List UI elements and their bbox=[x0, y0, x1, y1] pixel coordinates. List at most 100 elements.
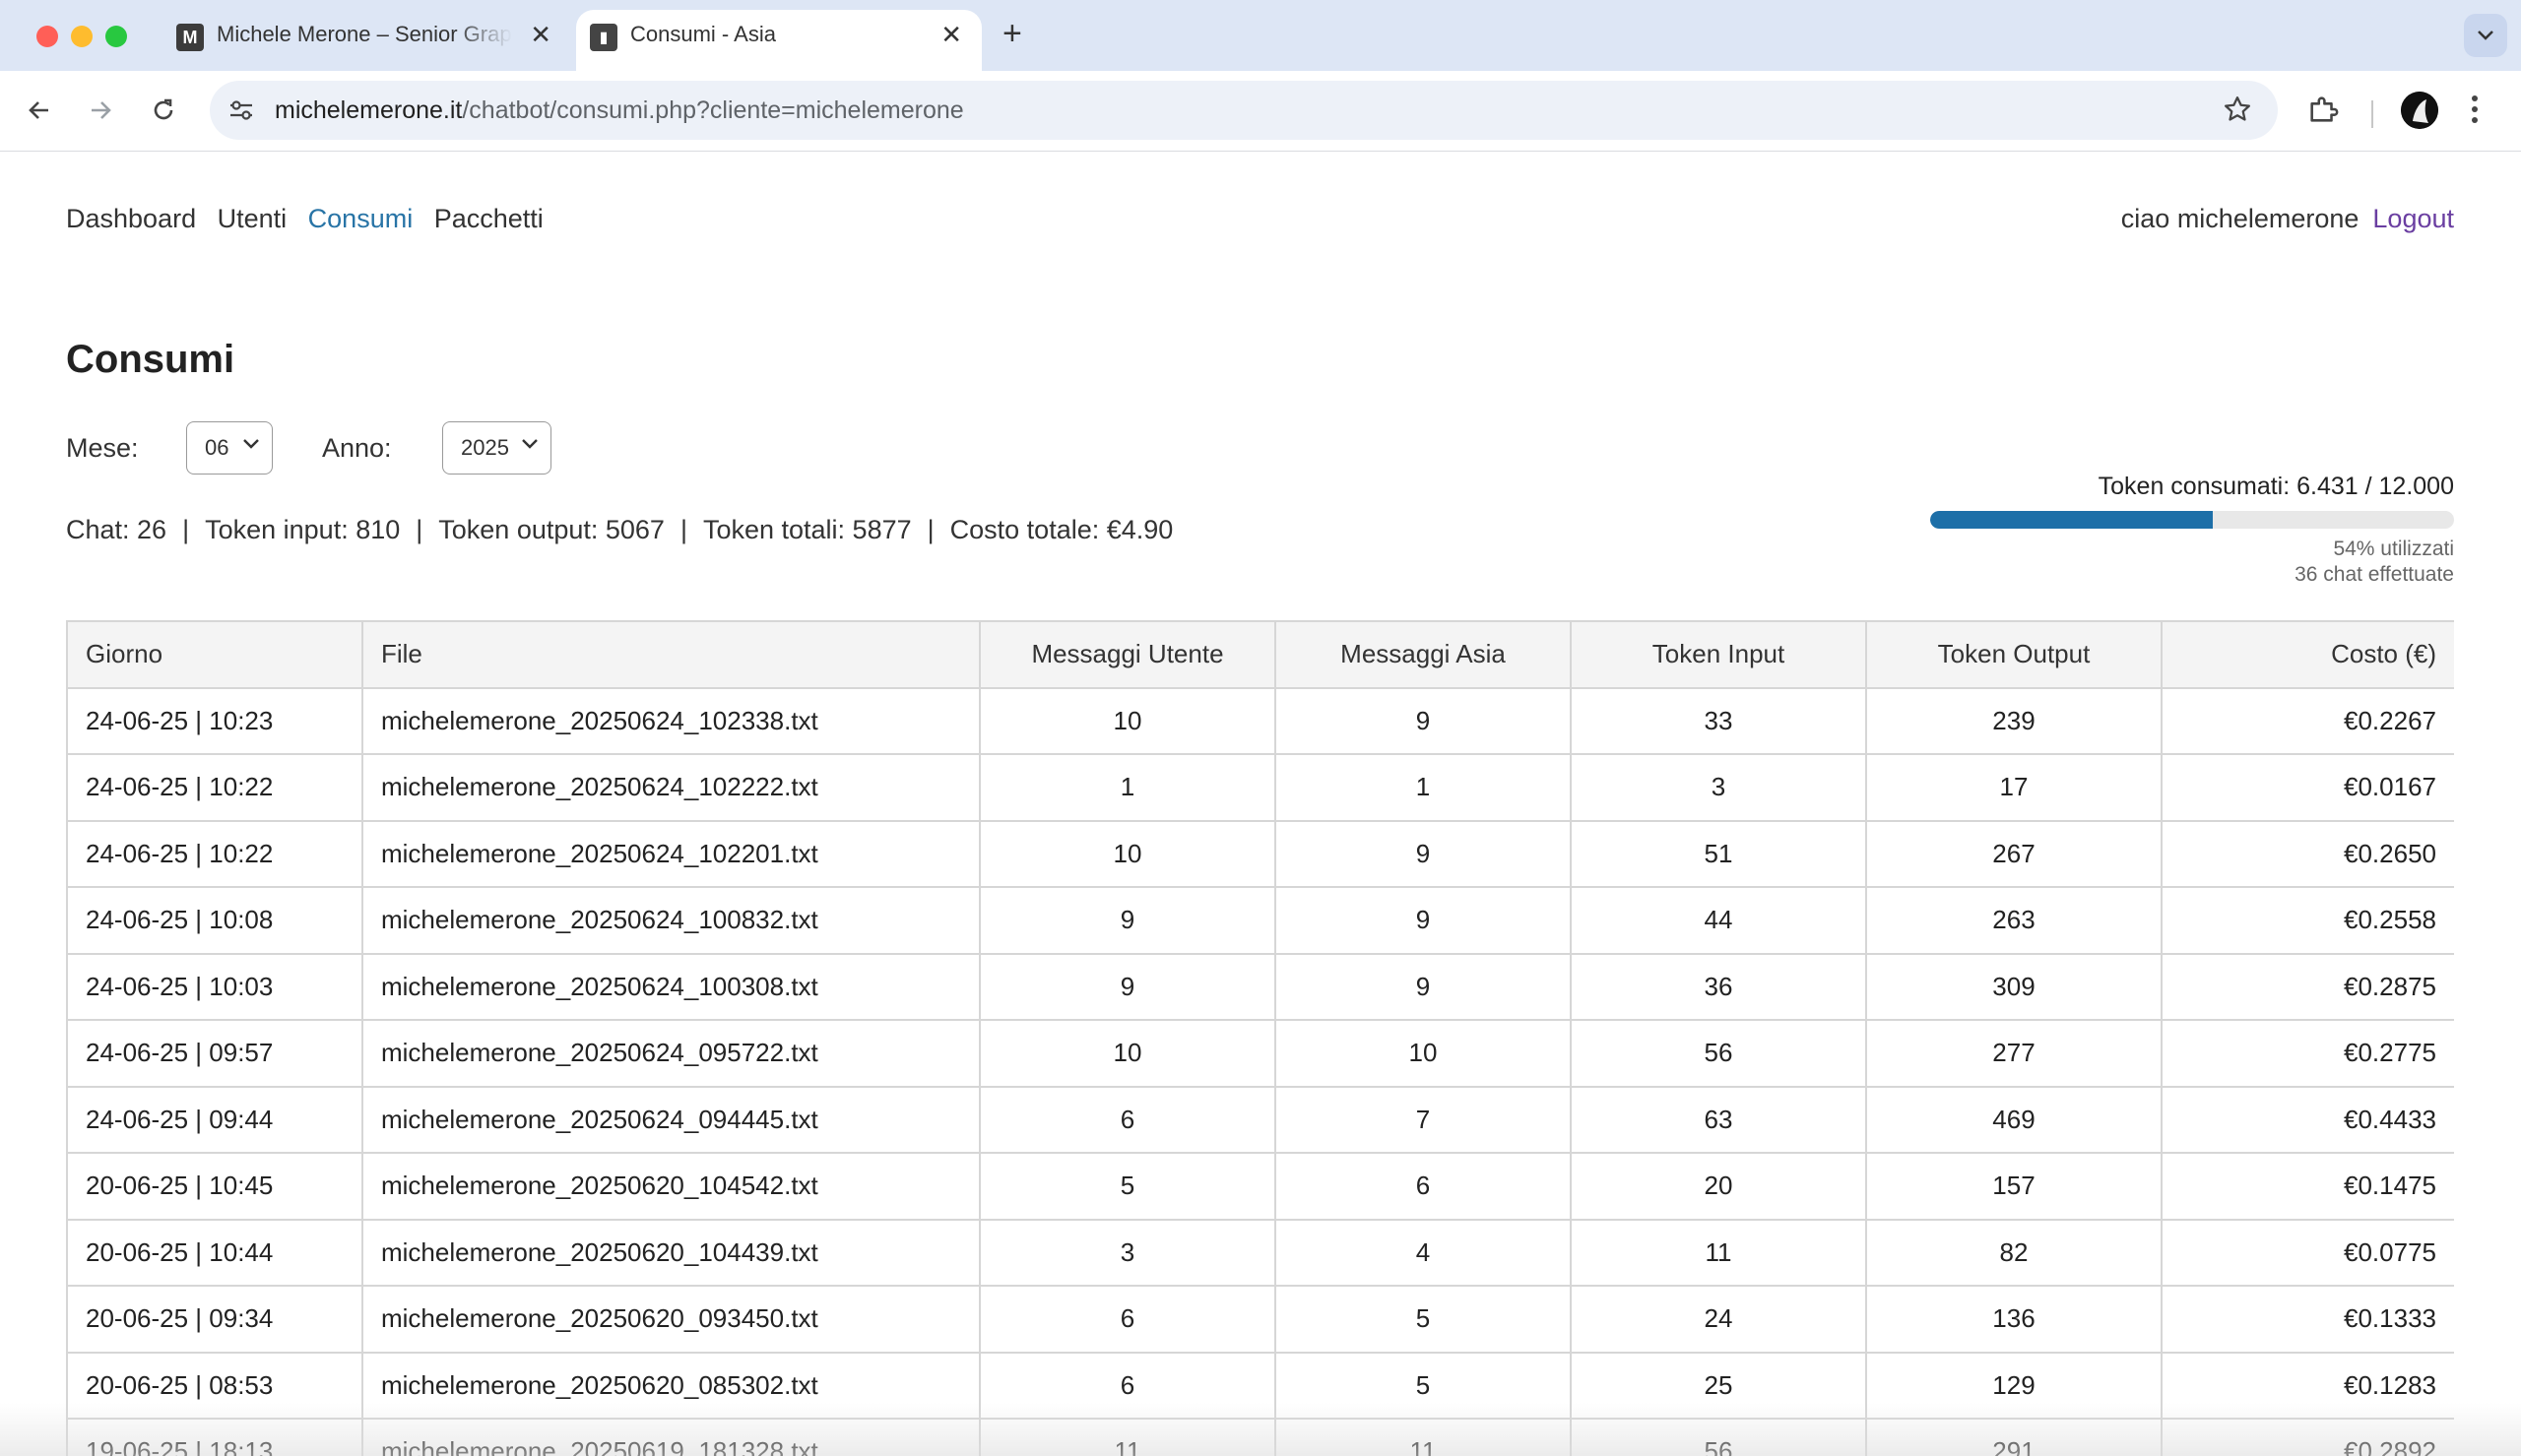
month-select[interactable]: 06 bbox=[186, 421, 273, 475]
cell-token-output: 157 bbox=[1865, 1152, 2163, 1221]
profile-avatar[interactable] bbox=[2401, 92, 2438, 129]
browser-toolbar: michelemerone.it/chatbot/consumi.php?cli… bbox=[0, 71, 2521, 152]
cell-costo: €0.0775 bbox=[2161, 1218, 2454, 1287]
cell-costo: €0.1283 bbox=[2161, 1351, 2454, 1420]
table-row: 24-06-25 | 10:08 michelemerone_20250624_1… bbox=[66, 886, 2454, 955]
table-row: 20-06-25 | 10:45 michelemerone_20250620_1… bbox=[66, 1152, 2454, 1221]
token-usage-percent: 54% utilizzati bbox=[2333, 538, 2454, 560]
cell-giorno: 24-06-25 | 10:22 bbox=[66, 753, 363, 822]
cell-file: michelemerone_20250624_102338.txt bbox=[361, 686, 981, 755]
cell-token-input: 33 bbox=[1570, 686, 1867, 755]
cell-token-input: 3 bbox=[1570, 753, 1867, 822]
greeting-text: ciao michelemerone bbox=[2120, 204, 2359, 233]
tab-close-icon[interactable]: ✕ bbox=[530, 20, 551, 49]
bookmark-star-icon[interactable] bbox=[2223, 95, 2252, 129]
new-tab-icon[interactable]: + bbox=[1002, 16, 1022, 51]
header-file: File bbox=[361, 620, 981, 689]
cell-messaggi-asia: 9 bbox=[1274, 686, 1572, 755]
cell-giorno: 20-06-25 | 08:53 bbox=[66, 1351, 363, 1420]
tab-close-icon[interactable]: ✕ bbox=[940, 20, 962, 49]
table-row: 20-06-25 | 10:44 michelemerone_20250620_1… bbox=[66, 1218, 2454, 1287]
consumption-table-wrapper[interactable]: Giorno File Messaggi Utente Messaggi Asi… bbox=[66, 620, 2454, 1456]
cell-giorno: 24-06-25 | 09:57 bbox=[66, 1019, 363, 1088]
cell-costo: €0.2892 bbox=[2161, 1418, 2454, 1456]
cell-file: michelemerone_20250620_104439.txt bbox=[361, 1218, 981, 1287]
nav-utenti[interactable]: Utenti bbox=[218, 204, 288, 233]
cell-messaggi-utente: 9 bbox=[979, 952, 1276, 1021]
cell-giorno: 24-06-25 | 10:03 bbox=[66, 952, 363, 1021]
header-token-input: Token Input bbox=[1570, 620, 1867, 689]
year-select-value: 2025 bbox=[461, 435, 509, 460]
window-minimize-button[interactable] bbox=[71, 26, 93, 47]
cell-token-input: 36 bbox=[1570, 952, 1867, 1021]
cell-giorno: 24-06-25 | 10:22 bbox=[66, 819, 363, 888]
nav-dashboard[interactable]: Dashboard bbox=[66, 204, 196, 233]
cell-messaggi-utente: 3 bbox=[979, 1218, 1276, 1287]
browser-tab-gmail[interactable]: M Michele Merone – Senior Graphic Design… bbox=[162, 10, 571, 71]
cell-messaggi-asia: 6 bbox=[1274, 1152, 1572, 1221]
cell-messaggi-utente: 10 bbox=[979, 686, 1276, 755]
summary-separator: | bbox=[416, 515, 423, 544]
cell-giorno: 19-06-25 | 18:13 bbox=[66, 1418, 363, 1456]
extensions-puzzle-icon[interactable] bbox=[2306, 93, 2340, 131]
cell-messaggi-utente: 6 bbox=[979, 1285, 1276, 1354]
summary-token-input: Token input: 810 bbox=[205, 515, 401, 544]
table-row: 24-06-25 | 10:22 michelemerone_20250624_1… bbox=[66, 819, 2454, 888]
cell-giorno: 24-06-25 | 10:08 bbox=[66, 886, 363, 955]
site-info-icon[interactable] bbox=[226, 95, 257, 126]
year-select[interactable]: 2025 bbox=[442, 421, 551, 475]
cell-token-output: 136 bbox=[1865, 1285, 2163, 1354]
forward-icon[interactable] bbox=[83, 93, 118, 128]
month-label: Mese: bbox=[66, 433, 139, 463]
nav-pacchetti[interactable]: Pacchetti bbox=[434, 204, 544, 233]
url-text[interactable]: michelemerone.it/chatbot/consumi.php?cli… bbox=[275, 96, 964, 125]
toolbar-divider bbox=[2371, 100, 2373, 128]
browser-tab-consumi[interactable]: ▮ Consumi - Asia ✕ bbox=[576, 10, 982, 71]
logout-link[interactable]: Logout bbox=[2372, 204, 2454, 233]
cell-file: michelemerone_20250620_093450.txt bbox=[361, 1285, 981, 1354]
window-maximize-button[interactable] bbox=[105, 26, 127, 47]
browser-menu-icon[interactable] bbox=[2470, 93, 2480, 131]
cell-token-input: 11 bbox=[1570, 1218, 1867, 1287]
cell-file: michelemerone_20250620_104542.txt bbox=[361, 1152, 981, 1221]
token-usage-progress-fill bbox=[1930, 511, 2214, 529]
chevron-down-icon bbox=[522, 439, 538, 449]
cell-file: michelemerone_20250624_102222.txt bbox=[361, 753, 981, 822]
cell-giorno: 24-06-25 | 09:44 bbox=[66, 1085, 363, 1154]
browser-tab-strip: M Michele Merone – Senior Graphic Design… bbox=[0, 0, 2521, 71]
cell-messaggi-asia: 11 bbox=[1274, 1418, 1572, 1456]
reload-icon[interactable] bbox=[146, 93, 181, 128]
table-row: 24-06-25 | 10:22 michelemerone_20250624_1… bbox=[66, 753, 2454, 822]
nav-consumi[interactable]: Consumi bbox=[308, 204, 414, 233]
address-bar[interactable]: michelemerone.it/chatbot/consumi.php?cli… bbox=[210, 81, 2278, 140]
cell-token-input: 20 bbox=[1570, 1152, 1867, 1221]
site-icon: ▮ bbox=[590, 24, 617, 51]
cell-token-output: 129 bbox=[1865, 1351, 2163, 1420]
cell-token-output: 469 bbox=[1865, 1085, 2163, 1154]
cell-costo: €0.2650 bbox=[2161, 819, 2454, 888]
cell-giorno: 20-06-25 | 09:34 bbox=[66, 1285, 363, 1354]
table-row: 24-06-25 | 10:03 michelemerone_20250624_1… bbox=[66, 952, 2454, 1021]
cell-messaggi-asia: 1 bbox=[1274, 753, 1572, 822]
consumption-table: Giorno File Messaggi Utente Messaggi Asi… bbox=[66, 620, 2454, 1456]
back-icon[interactable] bbox=[22, 93, 57, 128]
cell-costo: €0.1333 bbox=[2161, 1285, 2454, 1354]
cell-token-input: 56 bbox=[1570, 1418, 1867, 1456]
chevron-down-icon bbox=[243, 439, 259, 449]
window-close-button[interactable] bbox=[36, 26, 58, 47]
cell-costo: €0.2267 bbox=[2161, 686, 2454, 755]
header-token-output: Token Output bbox=[1865, 620, 2163, 689]
cell-messaggi-utente: 10 bbox=[979, 819, 1276, 888]
cell-costo: €0.2875 bbox=[2161, 952, 2454, 1021]
cell-file: michelemerone_20250624_100832.txt bbox=[361, 886, 981, 955]
consumption-summary: Chat: 26 | Token input: 810 | Token output: … bbox=[66, 515, 1173, 545]
cell-costo: €0.1475 bbox=[2161, 1152, 2454, 1221]
cell-token-output: 291 bbox=[1865, 1418, 2163, 1456]
table-header-row: Giorno File Messaggi Utente Messaggi Asi… bbox=[66, 620, 2454, 689]
page-title: Consumi bbox=[66, 338, 235, 381]
token-usage-progress bbox=[1930, 511, 2454, 529]
cell-file: michelemerone_20250620_085302.txt bbox=[361, 1351, 981, 1420]
tab-search-chevron-icon[interactable] bbox=[2464, 14, 2507, 57]
header-messaggi-asia: Messaggi Asia bbox=[1274, 620, 1572, 689]
cell-messaggi-utente: 6 bbox=[979, 1351, 1276, 1420]
